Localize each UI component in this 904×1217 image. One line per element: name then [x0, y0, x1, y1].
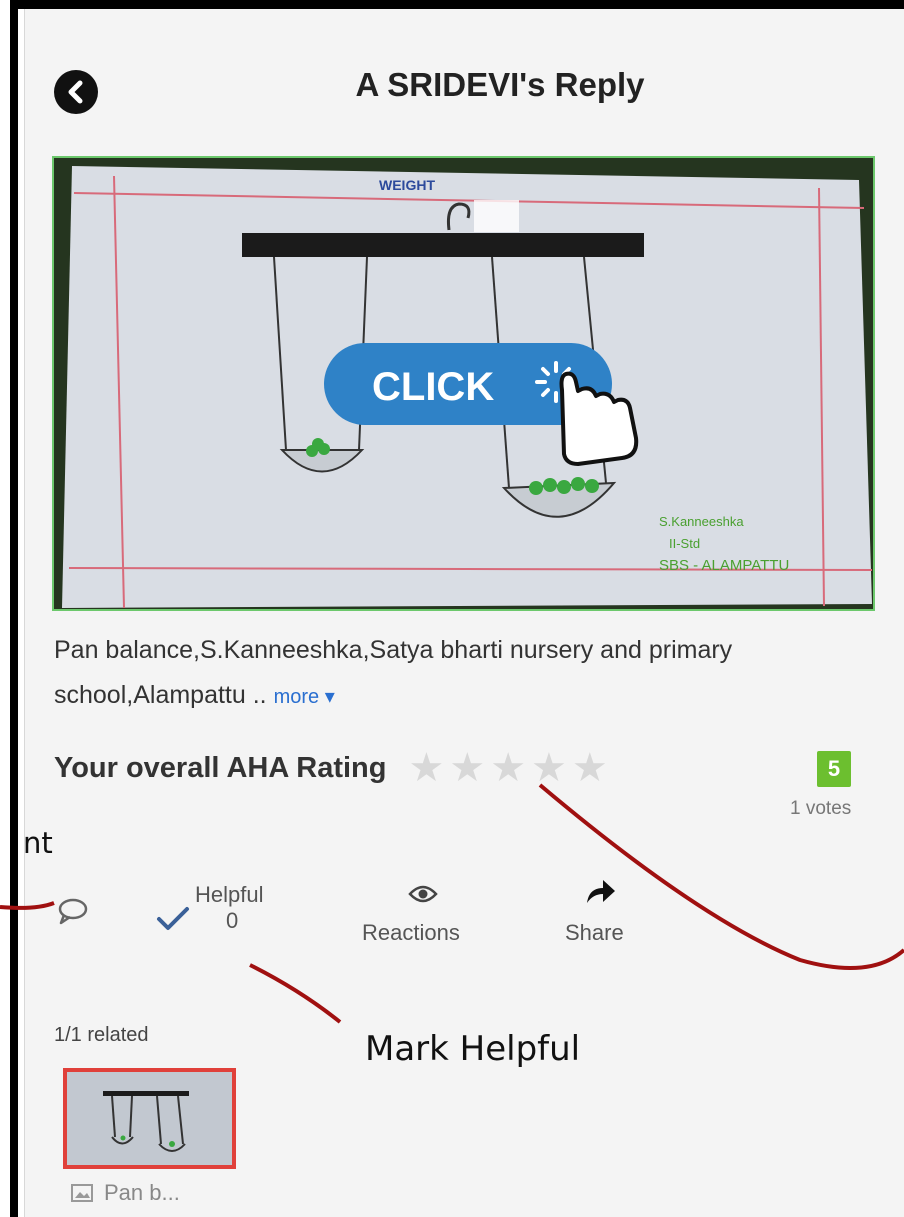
checkmark-icon — [157, 907, 189, 930]
signature-school: SBS - ALAMPATTU — [659, 557, 789, 574]
chevron-left-icon — [68, 80, 83, 104]
votes-count: 1 votes — [790, 798, 852, 819]
annotation-comment: nt — [23, 826, 53, 860]
share-icon — [587, 880, 615, 903]
post-description: Pan balance,S.Kanneeshka,Satya bharti nu… — [54, 628, 874, 720]
page-title: A SRIDEVI's Reply — [355, 66, 645, 103]
star-icon[interactable]: ★ — [408, 748, 444, 788]
comment-button[interactable] — [56, 896, 90, 931]
star-icon[interactable]: ★ — [449, 748, 485, 788]
thumbnail-caption-text: Pan b... — [104, 1180, 180, 1205]
thumbnail-caption: Pan b... — [70, 1180, 180, 1206]
frame-border-top — [10, 0, 904, 9]
helpful-button[interactable]: Helpful 0 — [156, 880, 286, 936]
more-link[interactable]: more ▾ — [274, 686, 335, 708]
thumbnail-drawing — [67, 1072, 232, 1165]
comment-icon — [58, 898, 88, 925]
click-label: CLICK — [372, 365, 494, 409]
image-icon — [71, 1184, 93, 1202]
related-thumbnail[interactable] — [63, 1068, 236, 1169]
star-icon[interactable]: ★ — [531, 748, 567, 788]
annotation-mark-helpful: Mark Helpful — [365, 1029, 581, 1069]
eye-icon — [408, 885, 438, 903]
share-label: Share — [565, 920, 624, 945]
description-text: Pan balance,S.Kanneeshka,Satya bharti nu… — [54, 636, 733, 709]
star-rating[interactable]: ★ ★ ★ ★ ★ — [408, 748, 612, 788]
signature-name: S.Kanneeshka — [659, 514, 744, 529]
signature-class: II-Std — [669, 536, 700, 551]
pan-balance-drawing: WEIGHT S.Kanneeshka II-Std SBS - ALAMPAT… — [54, 158, 873, 609]
score-badge: 5 — [817, 751, 851, 787]
reactions-button[interactable]: Reactions — [362, 884, 484, 948]
star-icon[interactable]: ★ — [572, 748, 608, 788]
related-count: 1/1 related — [54, 1024, 149, 1046]
media-preview[interactable]: WEIGHT S.Kanneeshka II-Std SBS - ALAMPAT… — [52, 156, 875, 611]
share-button[interactable]: Share — [563, 876, 643, 948]
back-button[interactable] — [54, 70, 98, 114]
helpful-count: 0 — [226, 908, 239, 933]
rating-label: Your overall AHA Rating — [54, 751, 387, 784]
reactions-label: Reactions — [362, 920, 460, 945]
drawing-title: WEIGHT — [379, 177, 435, 193]
frame-border-left — [10, 0, 18, 1217]
helpful-label: Helpful — [195, 882, 264, 907]
star-icon[interactable]: ★ — [490, 748, 526, 788]
rating-row: Your overall AHA Rating ★ ★ ★ ★ ★ — [54, 746, 613, 790]
